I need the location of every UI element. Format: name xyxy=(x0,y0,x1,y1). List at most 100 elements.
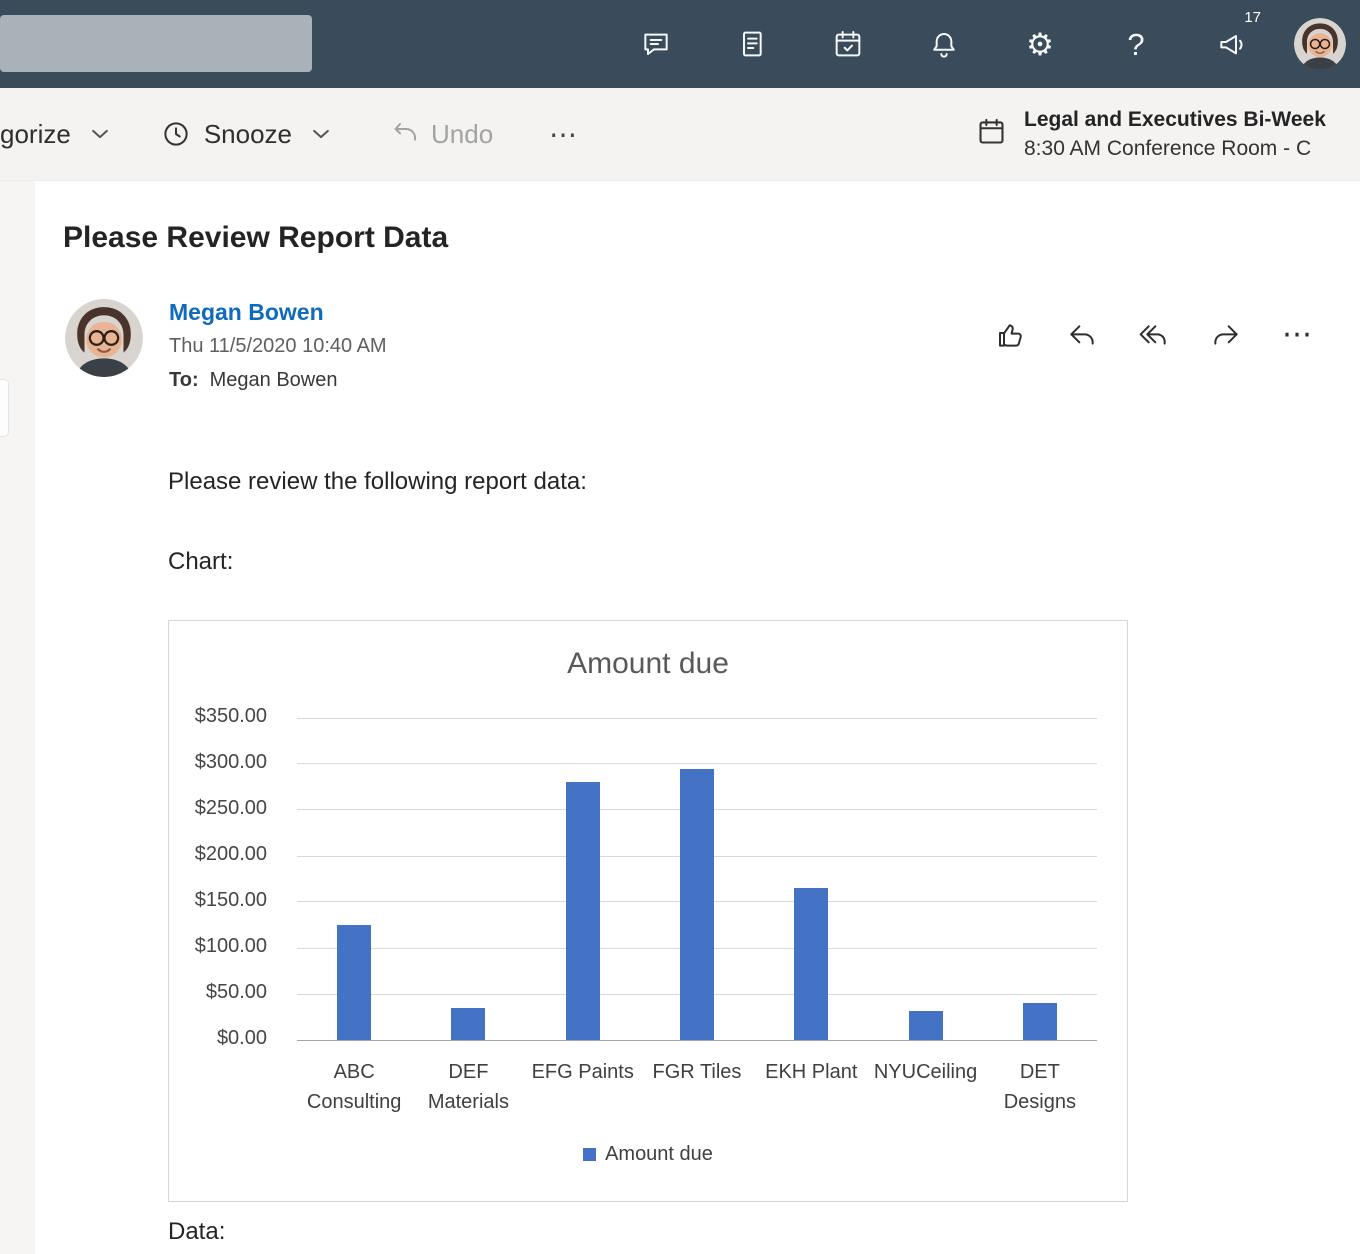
command-bar: gorize Snooze Undo ⋯ xyxy=(0,88,1360,181)
reply-all-icon xyxy=(1138,319,1170,351)
topbar-actions: ⚙ ? 17 xyxy=(608,0,1360,88)
sender-name[interactable]: Megan Bowen xyxy=(169,299,387,326)
reply-all-button[interactable] xyxy=(1138,319,1170,351)
to-recipients[interactable]: Megan Bowen xyxy=(210,369,338,391)
chart-xtick-label: EKH Plant xyxy=(754,1057,868,1117)
clock-icon xyxy=(161,119,191,149)
sender-info: Megan Bowen Thu 11/5/2020 10:40 AM To:Me… xyxy=(169,297,387,392)
whats-new-badge: 17 xyxy=(1244,9,1261,26)
reply-icon xyxy=(1066,319,1098,351)
content-area: Please Review Report Data Megan Bowen Th… xyxy=(0,181,1360,1254)
message-actions: ⋯ xyxy=(994,317,1314,352)
event-text: Legal and Executives Bi-Week 8:30 AM Con… xyxy=(1024,108,1326,161)
event-title: Legal and Executives Bi-Week xyxy=(1024,108,1326,132)
message-body: Please review the following report data:… xyxy=(168,468,1320,1246)
chart-bar-6 xyxy=(909,1011,943,1040)
notifications-button[interactable] xyxy=(896,0,992,88)
snooze-button[interactable]: Snooze xyxy=(161,119,336,150)
undo-label: Undo xyxy=(431,119,493,150)
embedded-chart: Amount due $350.00$300.00$250.00$200.00$… xyxy=(168,620,1128,1202)
help-button[interactable]: ? xyxy=(1088,0,1184,88)
legend-swatch xyxy=(583,1148,596,1161)
event-details: 8:30 AM Conference Room - C xyxy=(1024,137,1326,161)
chart-bar-cell xyxy=(754,718,868,1040)
myday-button[interactable] xyxy=(800,0,896,88)
chart-x-axis: ABC ConsultingDEF MaterialsEFG PaintsFGR… xyxy=(297,1057,1097,1117)
chart-xtick-label: EFG Paints xyxy=(526,1057,640,1117)
more-commands-button[interactable]: ⋯ xyxy=(549,118,580,151)
legend-label: Amount due xyxy=(605,1143,713,1166)
chart-bar-cell xyxy=(526,718,640,1040)
chart-ytick-label: $200.00 xyxy=(157,843,267,866)
outlook-window: ⚙ ? 17 gorize xyxy=(0,0,1360,1254)
chart-bar-cell xyxy=(640,718,754,1040)
snooze-label: Snooze xyxy=(204,119,292,150)
thumbs-up-icon xyxy=(994,319,1026,351)
document-button[interactable] xyxy=(704,0,800,88)
chat-icon xyxy=(640,28,672,60)
categorize-label: gorize xyxy=(0,119,71,150)
body-intro: Please review the following report data: xyxy=(168,468,1320,496)
undo-button[interactable]: Undo xyxy=(390,119,493,150)
settings-button[interactable]: ⚙ xyxy=(992,0,1088,88)
calendar-icon xyxy=(976,116,1007,152)
undo-icon xyxy=(390,119,420,149)
like-button[interactable] xyxy=(994,319,1026,351)
chart-xtick-label: DEF Materials xyxy=(411,1057,525,1117)
sender-avatar[interactable] xyxy=(65,299,143,377)
forward-button[interactable] xyxy=(1210,319,1242,351)
left-rail xyxy=(0,181,35,1254)
chart-bar-4 xyxy=(680,769,714,1040)
chart-bar-2 xyxy=(451,1008,485,1040)
chart-bar-7 xyxy=(1023,1003,1057,1040)
forward-icon xyxy=(1210,319,1242,351)
whats-new-megaphone-icon xyxy=(1216,28,1248,60)
chart-ytick-label: $150.00 xyxy=(157,889,267,912)
profile-avatar xyxy=(1294,18,1346,70)
chart-xtick-label: FGR Tiles xyxy=(640,1057,754,1117)
chart-title: Amount due xyxy=(169,647,1127,681)
chart-bar-cell xyxy=(411,718,525,1040)
chart-bar-1 xyxy=(337,925,371,1040)
chart-legend: Amount due xyxy=(169,1143,1127,1166)
chart-bar-5 xyxy=(794,888,828,1040)
data-caption: Data: xyxy=(168,1218,1320,1246)
categorize-button[interactable]: gorize xyxy=(0,119,115,150)
sent-datetime: Thu 11/5/2020 10:40 AM xyxy=(169,335,387,358)
chart-xtick-label: DET Designs xyxy=(983,1057,1097,1117)
reading-pane: Please Review Report Data Megan Bowen Th… xyxy=(35,181,1360,1254)
chart-ytick-label: $50.00 xyxy=(157,981,267,1004)
pane-expand-handle[interactable] xyxy=(0,379,9,437)
help-icon: ? xyxy=(1127,29,1144,60)
chart-bar-3 xyxy=(566,782,600,1040)
chart-xtick-label: NYUCeiling xyxy=(868,1057,982,1117)
chart-ytick-label: $0.00 xyxy=(157,1027,267,1050)
next-event-peek[interactable]: Legal and Executives Bi-Week 8:30 AM Con… xyxy=(976,88,1326,180)
whats-new-button[interactable]: 17 xyxy=(1184,0,1280,88)
message-header: Megan Bowen Thu 11/5/2020 10:40 AM To:Me… xyxy=(65,297,1330,417)
chart-xtick-label: ABC Consulting xyxy=(297,1057,411,1117)
chart-bar-cell xyxy=(297,718,411,1040)
chart-plot-area: $350.00$300.00$250.00$200.00$150.00$100.… xyxy=(297,718,1097,1040)
email-subject: Please Review Report Data xyxy=(63,221,448,255)
chevron-down-icon xyxy=(85,119,115,149)
account-menu-button[interactable] xyxy=(1280,0,1360,88)
calendar-check-icon xyxy=(832,28,864,60)
chart-bar-cell xyxy=(983,718,1097,1040)
message-more-button[interactable]: ⋯ xyxy=(1282,317,1314,352)
chart-ytick-label: $100.00 xyxy=(157,935,267,958)
chevron-down-icon xyxy=(306,119,336,149)
command-bar-left: gorize Snooze Undo ⋯ xyxy=(0,88,580,180)
recipients-line: To:Megan Bowen xyxy=(169,369,387,392)
app-topbar: ⚙ ? 17 xyxy=(0,0,1360,88)
search-box[interactable] xyxy=(0,15,312,72)
settings-gear-icon: ⚙ xyxy=(1026,29,1054,60)
document-icon xyxy=(736,28,768,60)
reply-button[interactable] xyxy=(1066,319,1098,351)
notifications-bell-icon xyxy=(928,28,960,60)
chart-ytick-label: $350.00 xyxy=(157,705,267,728)
chart-ytick-label: $300.00 xyxy=(157,751,267,774)
chart-ytick-label: $250.00 xyxy=(157,797,267,820)
chat-button[interactable] xyxy=(608,0,704,88)
chart-bar-cell xyxy=(868,718,982,1040)
